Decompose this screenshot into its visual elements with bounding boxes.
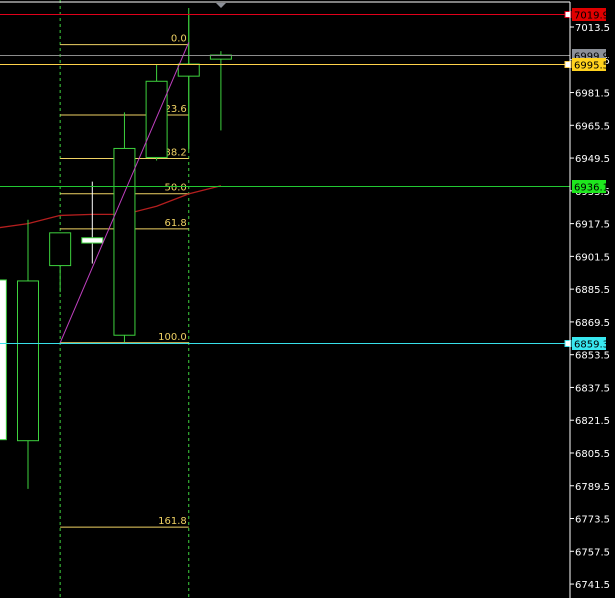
fib-level-label: 50.0 xyxy=(164,183,186,194)
y-tick-label: 6805.5 xyxy=(575,449,610,460)
y-tick-label: 6949.5 xyxy=(575,154,610,165)
price-chart[interactable]: 0.023.638.250.061.8100.0161.8 7013.56997… xyxy=(0,0,615,598)
price-tag-label: 6859.3 xyxy=(574,340,609,351)
y-tick-label: 6981.5 xyxy=(575,89,610,100)
y-tick-label: 7013.5 xyxy=(575,23,610,34)
candle-body xyxy=(81,237,104,244)
y-tick-label: 6821.5 xyxy=(575,416,610,427)
fib-level-label: 161.8 xyxy=(158,516,187,527)
y-tick-label: 6917.5 xyxy=(575,220,610,231)
price-tag-label: 7019.9 xyxy=(574,11,609,22)
fib-level-label: 100.0 xyxy=(158,332,187,343)
y-tick-label: 6757.5 xyxy=(575,547,610,558)
fib-level-label: 38.2 xyxy=(164,148,186,159)
chart-shift-marker-icon[interactable] xyxy=(216,3,226,8)
y-tick-label: 6773.5 xyxy=(575,515,610,526)
fib-level-label: 23.6 xyxy=(164,104,186,115)
price-tag-label: 6936.1 xyxy=(574,183,609,194)
y-tick-label: 6885.5 xyxy=(575,285,610,296)
y-tick-label: 6853.5 xyxy=(575,351,610,362)
y-tick-label: 6837.5 xyxy=(575,383,610,394)
y-tick-label: 6869.5 xyxy=(575,318,610,329)
moving-average-line xyxy=(0,185,222,229)
candle-body xyxy=(17,280,39,442)
candle-body xyxy=(145,80,168,158)
fib-level-label: 0.0 xyxy=(171,34,187,45)
y-tick-label: 6901.5 xyxy=(575,252,610,263)
y-tick-label: 6789.5 xyxy=(575,482,610,493)
candle-body xyxy=(0,279,7,441)
candle-body xyxy=(49,232,72,267)
candle-body xyxy=(177,63,200,77)
fib-level-label: 61.8 xyxy=(164,218,186,229)
y-tick-label: 6741.5 xyxy=(575,580,610,591)
price-tag-label: 6995.5 xyxy=(574,61,609,72)
y-tick-label: 6965.5 xyxy=(575,121,610,132)
